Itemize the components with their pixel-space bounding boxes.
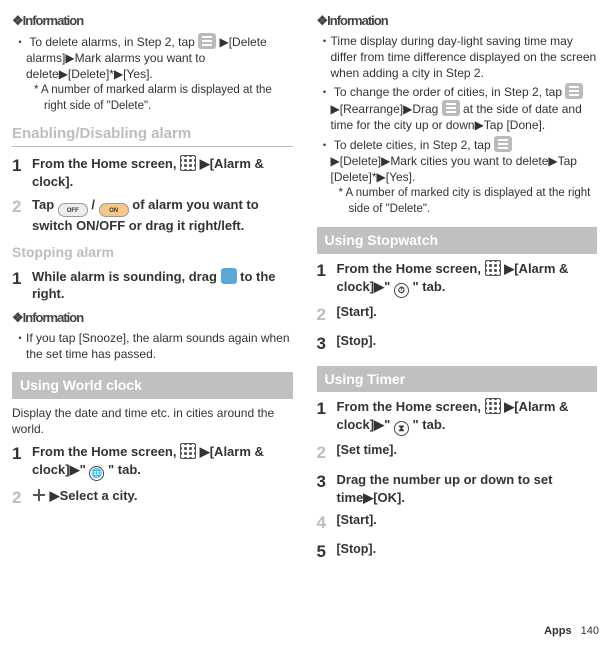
apps-grid-icon <box>180 155 196 171</box>
info-heading: ❖Information <box>317 12 598 30</box>
step-body: [Start]. <box>337 512 598 535</box>
left-column: ❖Information To delete alarms, in Step 2… <box>0 0 305 645</box>
text: To delete cities, in Step 2, tap <box>334 138 494 152</box>
footer-section: Apps <box>544 625 572 637</box>
info-list: To delete alarms, in Step 2, tap ▶[Delet… <box>16 33 293 115</box>
menu-icon <box>494 136 512 152</box>
text: ▶[Rearrange]▶Drag <box>331 102 442 116</box>
text: ▶Select a city. <box>50 488 138 503</box>
intro-text: Display the date and time etc. in cities… <box>12 405 293 437</box>
step-number: 1 <box>317 260 337 298</box>
info-heading: ❖Information <box>12 309 293 327</box>
text: From the Home screen, <box>32 156 180 171</box>
footnote: A number of marked city is displayed at … <box>331 186 598 217</box>
step-number: 5 <box>317 541 337 564</box>
step: 2 ▶Select a city. <box>12 487 293 510</box>
text: From the Home screen, <box>32 444 180 459</box>
info-bullet: To delete cities, in Step 2, tap ▶[Delet… <box>321 136 598 218</box>
section-bar: Using World clock <box>12 372 293 399</box>
info-bullet: To delete alarms, in Step 2, tap ▶[Delet… <box>16 33 293 115</box>
step-body: [Start]. <box>337 304 598 327</box>
step: 2 [Set time]. <box>317 442 598 465</box>
text: " tab. <box>412 417 445 432</box>
step-body: From the Home screen, ▶[Alarm & clock]. <box>32 155 293 190</box>
toggle-off-icon: OFF <box>58 203 88 217</box>
toggle-on-icon: ON <box>99 203 129 217</box>
page-number: 140 <box>581 625 599 637</box>
info-list: Time display during day-light saving tim… <box>321 33 598 218</box>
step-number: 1 <box>12 443 32 481</box>
info-bullet: If you tap [Snooze], the alarm sounds ag… <box>16 330 293 362</box>
globe-tab-icon: 🌐 <box>89 466 104 481</box>
step-number: 1 <box>317 398 337 436</box>
step-number: 3 <box>317 333 337 356</box>
step: 2 Tap OFF / ON of alarm you want to swit… <box>12 196 293 235</box>
step-body: Tap OFF / ON of alarm you want to switch… <box>32 196 293 235</box>
section-bar: Using Stopwatch <box>317 227 598 254</box>
stopwatch-tab-icon: ⏱ <box>394 283 409 298</box>
step: 4 [Start]. <box>317 512 598 535</box>
drag-handle-icon <box>442 100 460 116</box>
info-heading: ❖Information <box>12 12 293 30</box>
sub-heading: Stopping alarm <box>12 243 293 262</box>
alarm-drag-icon <box>221 268 237 284</box>
apps-grid-icon <box>485 398 501 414</box>
step-body: [Stop]. <box>337 333 598 356</box>
text: To delete alarms, in Step 2, tap <box>29 35 198 49</box>
section-bar: Using Timer <box>317 366 598 393</box>
footnote: A number of marked alarm is displayed at… <box>26 83 293 114</box>
step-body: [Set time]. <box>337 442 598 465</box>
step-number: 2 <box>12 487 32 510</box>
step: 1 From the Home screen, ▶[Alarm & clock]… <box>12 155 293 190</box>
text: ▶[Delete]▶Mark cities you want to delete… <box>331 154 577 184</box>
step: 5 [Stop]. <box>317 541 598 564</box>
apps-grid-icon <box>180 443 196 459</box>
step-number: 2 <box>12 196 32 235</box>
info-list: If you tap [Snooze], the alarm sounds ag… <box>16 330 293 362</box>
page-footer: Apps 140 <box>544 624 599 639</box>
step: 3 Drag the number up or down to set time… <box>317 471 598 506</box>
timer-tab-icon: ⧗ <box>394 421 409 436</box>
step-body: Drag the number up or down to set time▶[… <box>337 471 598 506</box>
step: 1 From the Home screen, ▶[Alarm & clock]… <box>12 443 293 481</box>
text: / <box>91 197 98 212</box>
info-bullet: Time display during day-light saving tim… <box>321 33 598 82</box>
text: Tap <box>32 197 58 212</box>
text: From the Home screen, <box>337 399 485 414</box>
text: While alarm is sounding, drag <box>32 269 221 284</box>
step-body: From the Home screen, ▶[Alarm & clock]▶"… <box>337 260 598 298</box>
step-number: 1 <box>12 155 32 190</box>
text: " tab. <box>412 279 445 294</box>
step-number: 3 <box>317 471 337 506</box>
step-body: ▶Select a city. <box>32 487 293 510</box>
step-number: 4 <box>317 512 337 535</box>
step: 3 [Stop]. <box>317 333 598 356</box>
step: 1 While alarm is sounding, drag to the r… <box>12 268 293 303</box>
menu-icon <box>565 83 583 99</box>
step-number: 1 <box>12 268 32 303</box>
step-body: [Stop]. <box>337 541 598 564</box>
step: 1 From the Home screen, ▶[Alarm & clock]… <box>317 260 598 298</box>
menu-icon <box>198 33 216 49</box>
right-column: ❖Information Time display during day-lig… <box>305 0 609 645</box>
step-body: From the Home screen, ▶[Alarm & clock]▶"… <box>337 398 598 436</box>
step-number: 2 <box>317 442 337 465</box>
step-body: While alarm is sounding, drag to the rig… <box>32 268 293 303</box>
text: From the Home screen, <box>337 261 485 276</box>
section-heading: Enabling/Disabling alarm <box>12 124 293 147</box>
step: 2 [Start]. <box>317 304 598 327</box>
step: 1 From the Home screen, ▶[Alarm & clock]… <box>317 398 598 436</box>
plus-icon <box>32 488 46 502</box>
text: " tab. <box>108 462 141 477</box>
info-bullet: To change the order of cities, in Step 2… <box>321 83 598 134</box>
step-body: From the Home screen, ▶[Alarm & clock]▶"… <box>32 443 293 481</box>
text: To change the order of cities, in Step 2… <box>334 85 565 99</box>
apps-grid-icon <box>485 260 501 276</box>
step-number: 2 <box>317 304 337 327</box>
